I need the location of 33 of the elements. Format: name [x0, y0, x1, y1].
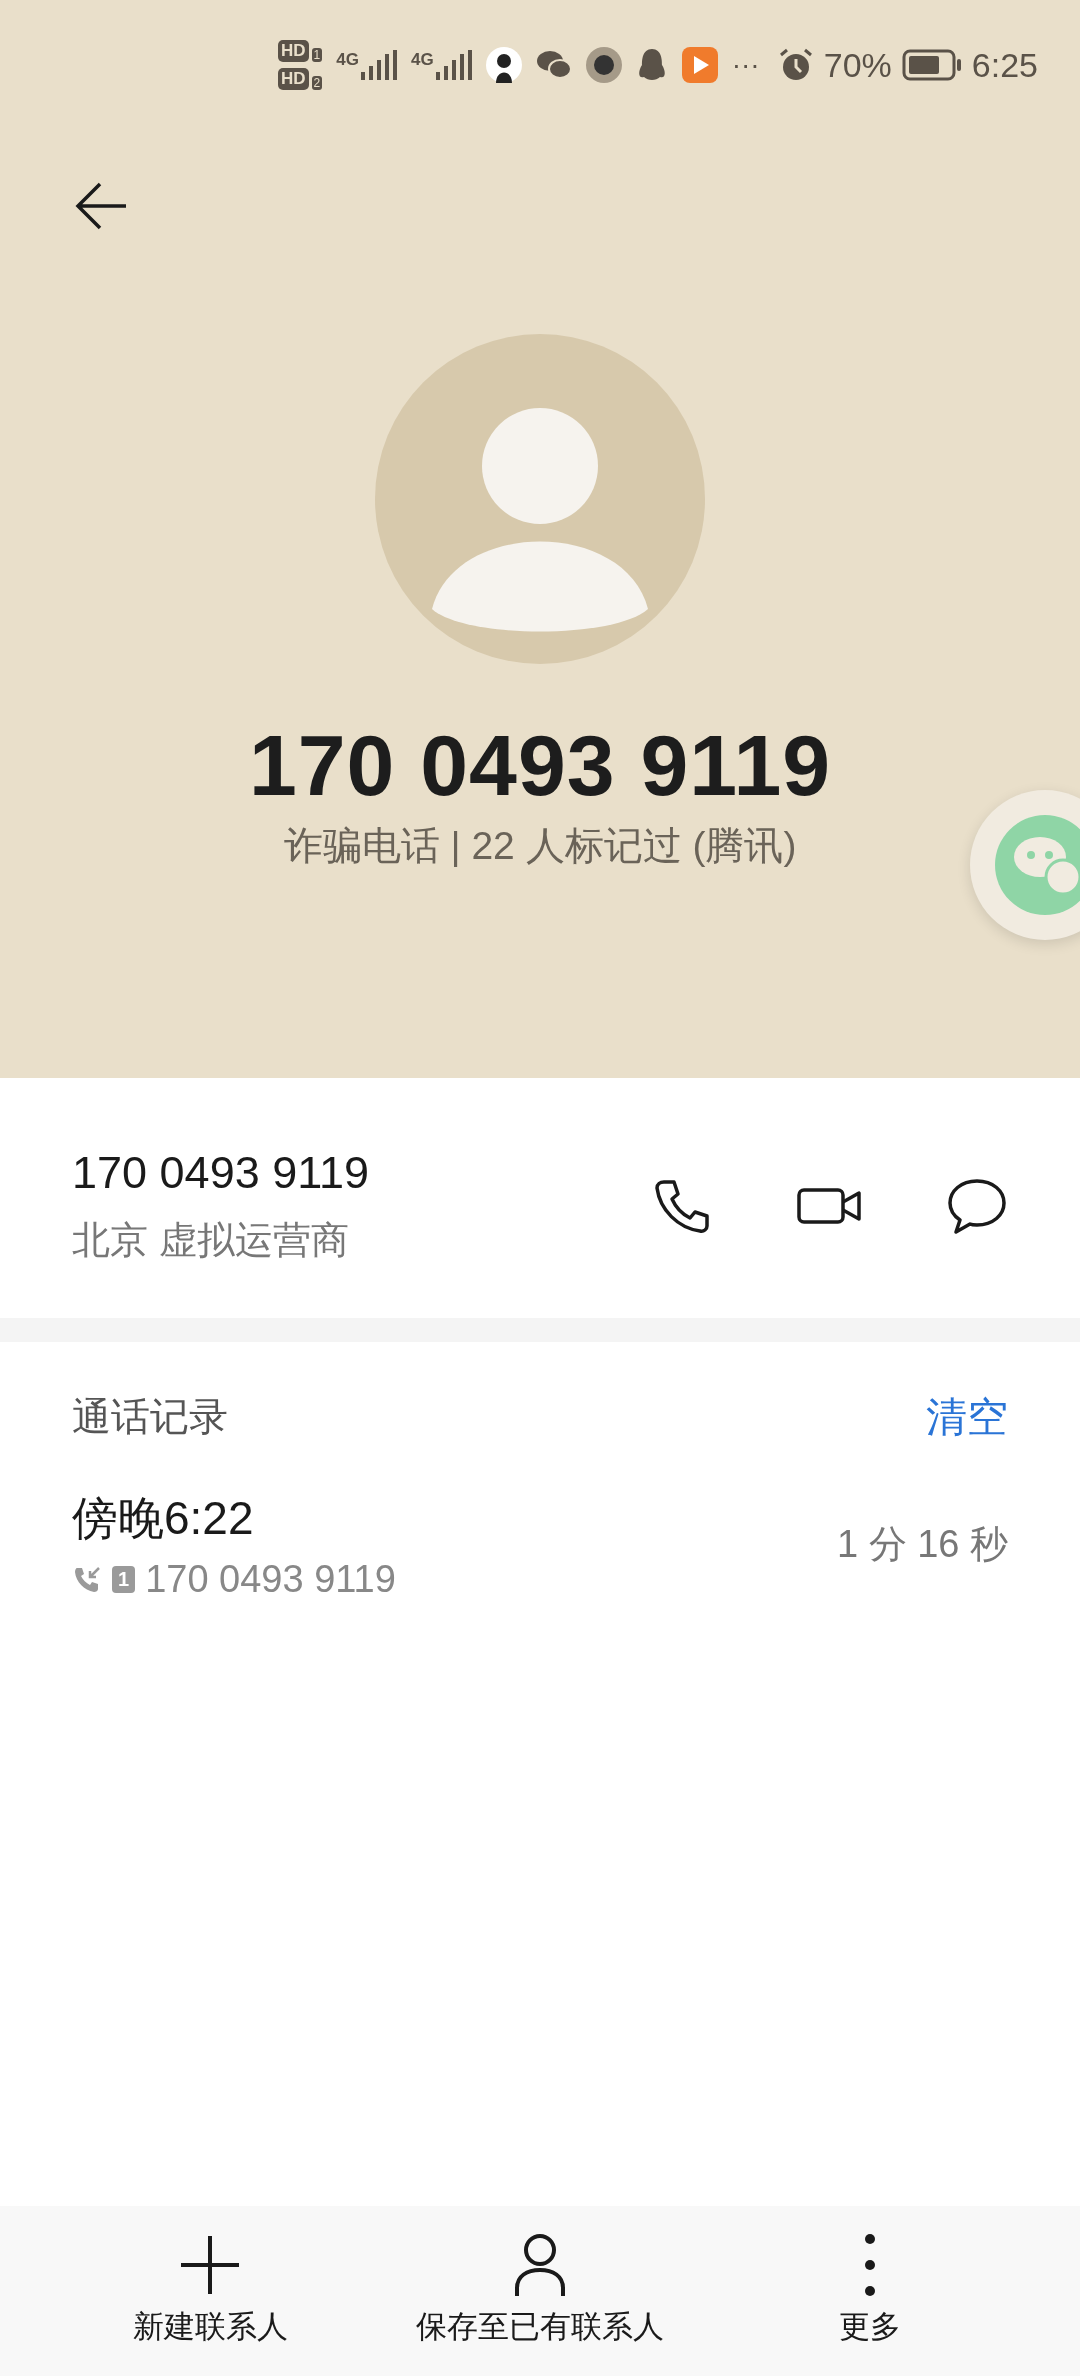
avatar-icon	[375, 334, 705, 664]
call-duration: 1 分 16 秒	[836, 1522, 1008, 1567]
app-avatar-icon	[485, 47, 522, 83]
sim-slot: 2	[311, 76, 323, 90]
section-title: 通话记录	[72, 1394, 228, 1440]
play-app-icon	[681, 47, 718, 83]
incoming-call-icon	[72, 1564, 102, 1595]
hd-badge: HD	[278, 40, 309, 62]
app-avatar-icon	[585, 47, 622, 83]
call-time: 傍晚6:22	[72, 1491, 255, 1546]
signal-icon	[360, 50, 397, 80]
bottom-action[interactable]: 保存至已有联系人	[360, 2206, 720, 2376]
signal-icon	[435, 50, 472, 80]
alarm-icon	[777, 47, 814, 83]
bottom-action[interactable]: 新建联系人	[60, 2206, 360, 2376]
battery-icon	[901, 49, 962, 81]
clear-button[interactable]: 清空	[926, 1389, 1008, 1445]
spam-label: 诈骗电话 | 22 人标记过 (腾讯)	[283, 823, 797, 869]
phone-number-title: 170 0493 9119	[248, 716, 832, 815]
network-type: 4G	[336, 50, 359, 70]
battery-percent: 70%	[823, 45, 892, 85]
number-location: 北京 虚拟运营商	[72, 1217, 350, 1263]
more-notifications: ···	[731, 49, 760, 81]
more-icon	[865, 2234, 875, 2296]
clock: 6:25	[971, 45, 1038, 85]
sim-slot: 1	[311, 48, 323, 62]
message-button[interactable]	[946, 1176, 1008, 1236]
hd-badge: HD	[278, 68, 309, 90]
network-type: 4G	[410, 50, 434, 70]
bottom-action[interactable]: 更多	[720, 2206, 1020, 2376]
call-number: 170 0493 9119	[145, 1558, 396, 1601]
phone-number: 170 0493 9119	[72, 1146, 369, 1199]
sim-badge: 1	[112, 1566, 136, 1593]
